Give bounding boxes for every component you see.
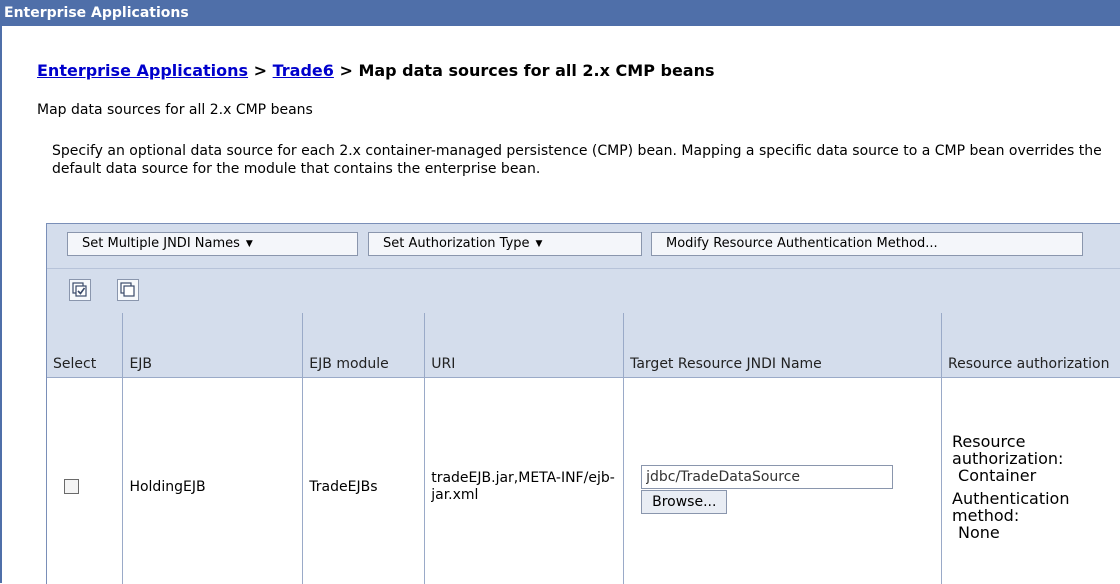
table-header-row: Select EJB EJB module URI Target Resourc… [47,313,1120,378]
modify-resource-authentication-method-button[interactable]: Modify Resource Authentication Method... [651,232,1083,256]
column-header-ejb-module: EJB module [302,313,426,378]
page-subtitle: Map data sources for all 2.x CMP beans [37,102,313,118]
breadcrumb-separator: > [333,61,359,80]
breadcrumb-separator: > [248,61,273,80]
set-multiple-jndi-names-button[interactable]: Set Multiple JNDI Names ▼ [67,232,358,256]
column-header-target-jndi-name: Target Resource JNDI Name [623,313,943,378]
selection-icon-bar [47,268,1120,314]
set-multiple-jndi-names-label: Set Multiple JNDI Names [82,236,240,251]
resource-authorization-cell: Resource authorization: Container Authen… [941,377,1120,584]
frame-border [0,26,2,583]
select-all-button[interactable] [69,279,91,301]
collection-panel: Set Multiple JNDI Names ▼ Set Authorizati… [46,223,1120,584]
breadcrumb: Enterprise Applications > Trade6 > Map d… [37,61,715,80]
column-header-ejb: EJB [122,313,304,378]
ejb-cell: HoldingEJB [122,377,304,584]
window-title: Enterprise Applications [0,0,1120,26]
breadcrumb-current: Map data sources for all 2.x CMP beans [358,61,715,80]
browse-button[interactable]: Browse... [641,489,728,514]
select-all-icon [72,282,87,297]
resource-authorization-label: Resource authorization: [952,432,1064,469]
select-cell [47,377,124,584]
table-row: HoldingEJB TradeEJBs tradeEJB.jar,META-I… [47,377,1120,584]
breadcrumb-link-trade6[interactable]: Trade6 [273,61,334,80]
dropdown-caret-icon: ▼ [535,239,543,249]
modify-resource-authentication-method-label: Modify Resource Authentication Method... [666,236,938,251]
toolbar: Set Multiple JNDI Names ▼ Set Authorizati… [47,224,1120,268]
set-authorization-type-label: Set Authorization Type [383,236,530,251]
deselect-all-button[interactable] [117,279,139,301]
set-authorization-type-button[interactable]: Set Authorization Type ▼ [368,232,642,256]
jndi-cell: Browse... [623,377,943,584]
row-select-checkbox[interactable] [64,479,79,495]
column-header-select: Select [47,313,124,378]
jndi-name-input[interactable] [641,464,894,489]
column-header-resource-authorization: Resource authorization [941,313,1120,378]
column-header-uri: URI [424,313,625,378]
breadcrumb-link-enterprise-applications[interactable]: Enterprise Applications [37,61,248,80]
deselect-all-icon [120,282,135,297]
ejb-module-cell: TradeEJBs [302,377,426,584]
resource-authorization-value: Container [958,466,1037,486]
authentication-method-value: None [958,523,1000,543]
cmp-beans-table: Select EJB EJB module URI Target Resourc… [47,313,1120,584]
uri-cell: tradeEJB.jar,META-INF/ejb-jar.xml [424,377,625,584]
dropdown-caret-icon: ▼ [245,239,253,249]
page-description: Specify an optional data source for each… [52,143,1102,177]
authentication-method-label: Authentication method: [952,489,1070,526]
